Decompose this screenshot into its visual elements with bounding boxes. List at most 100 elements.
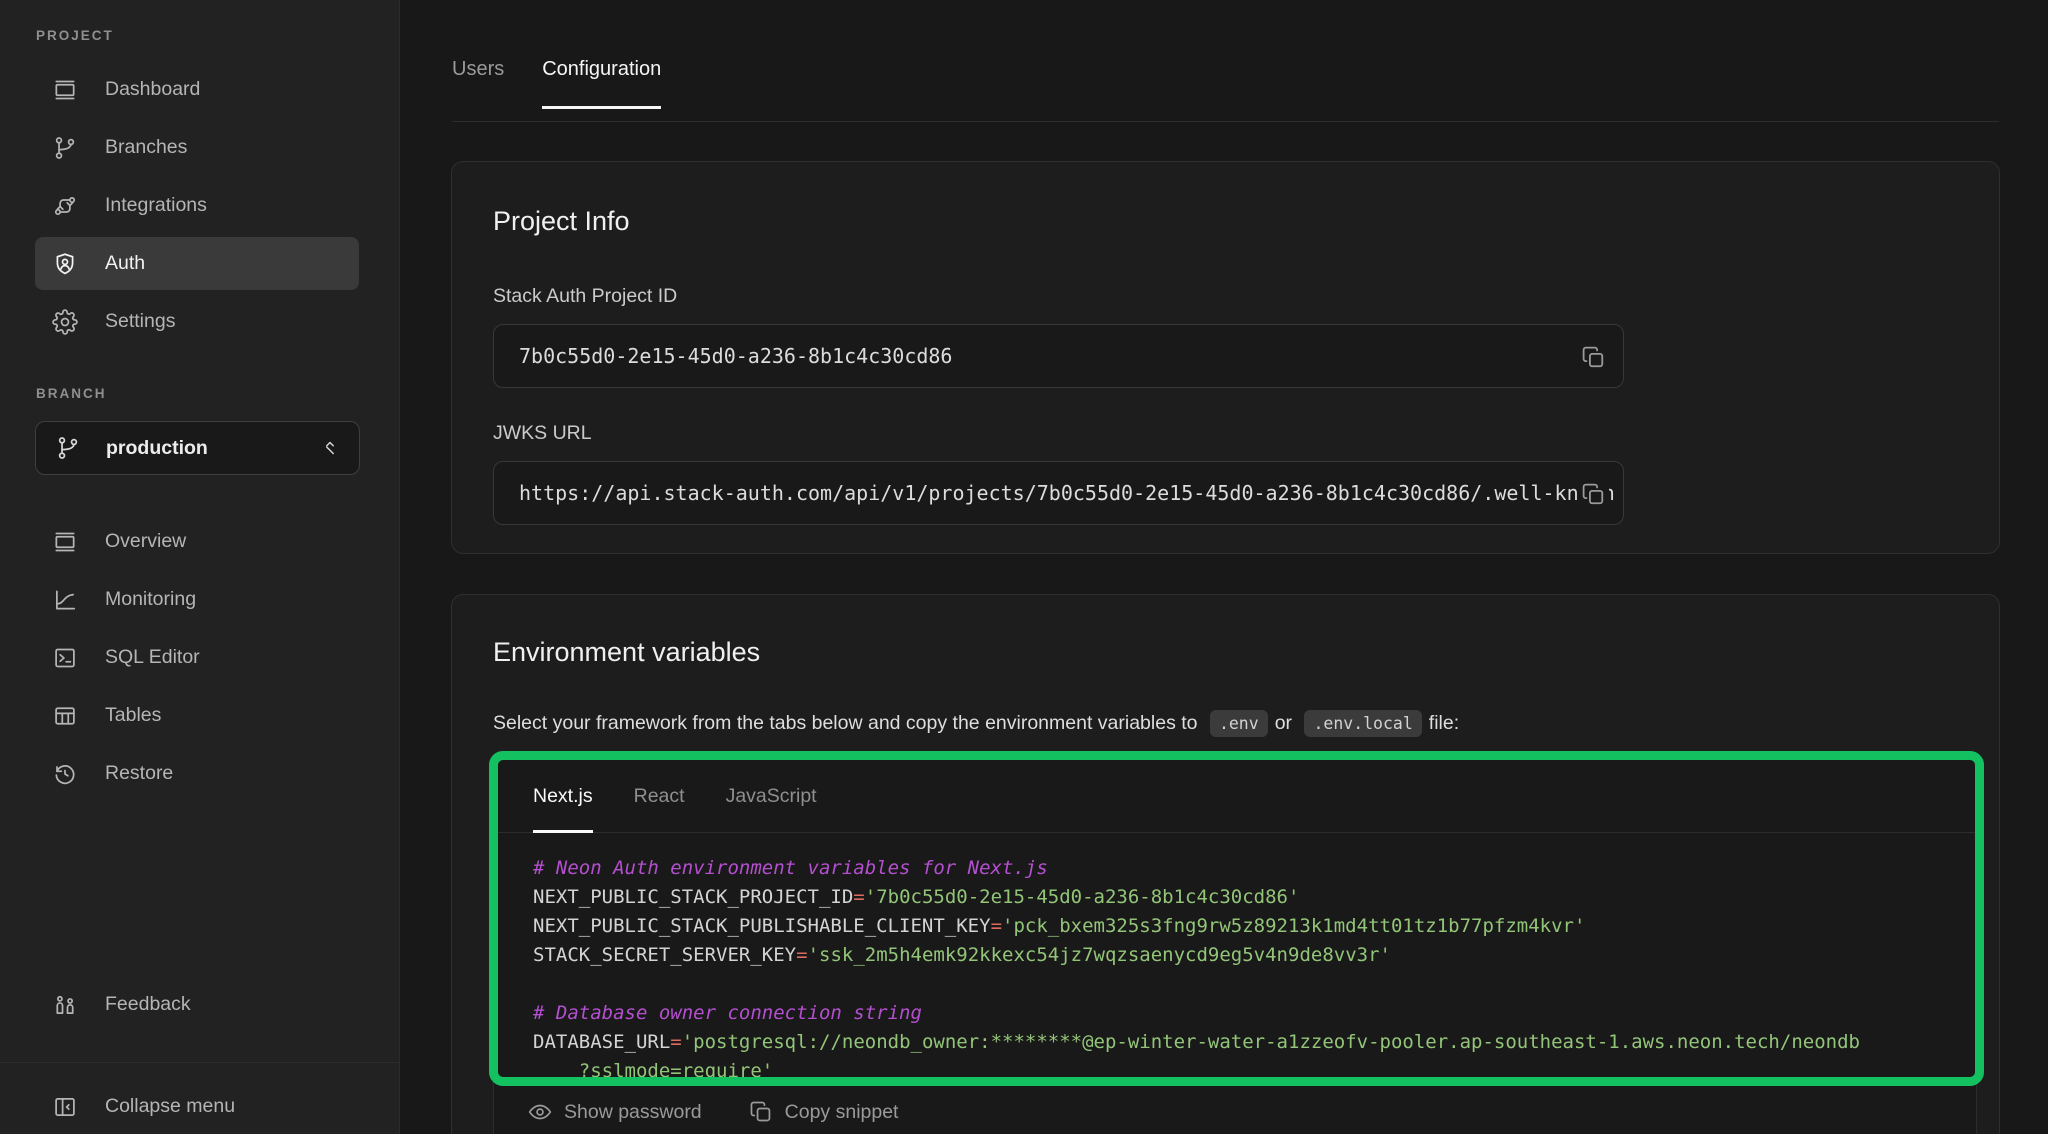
branch-section-label: BRANCH (36, 386, 399, 401)
code-line: # Database owner connection string (533, 999, 1976, 1028)
code-token-str: '7b0c55d0-2e15-45d0-a236-8b1c4c30cd86' (865, 886, 1300, 908)
env-vars-card: Environment variables Select your framew… (451, 594, 2000, 1134)
code-line: NEXT_PUBLIC_STACK_PROJECT_ID='7b0c55d0-2… (533, 883, 1976, 912)
settings-icon (52, 309, 78, 335)
sidebar: PROJECT Dashboard Branches Integrations Aut… (0, 0, 400, 1134)
code-line: # Neon Auth environment variables for Ne… (533, 854, 1976, 883)
restore-icon (52, 761, 78, 787)
copy-icon (748, 1099, 774, 1125)
snippet-panel: Next.js React JavaScript # Neon Auth envir… (493, 758, 1977, 1134)
framework-tab-javascript[interactable]: JavaScript (726, 785, 817, 833)
framework-tab-react[interactable]: React (634, 785, 685, 833)
code-block: # Neon Auth environment variables for Ne… (494, 833, 1976, 1086)
branch-nav: Overview Monitoring SQL Editor Tables Restor… (0, 515, 399, 800)
project-section-label: PROJECT (36, 28, 399, 43)
tab-configuration[interactable]: Configuration (542, 58, 661, 109)
field-value: https://api.stack-auth.com/api/v1/projec… (494, 462, 1623, 524)
sidebar-item-feedback[interactable]: Feedback (35, 978, 360, 1031)
monitoring-icon (52, 587, 78, 613)
branches-icon (52, 135, 78, 161)
code-token-key: DATABASE_URL (533, 1031, 670, 1053)
sidebar-item-restore[interactable]: Restore (35, 747, 359, 800)
code-token-op: = (991, 915, 1002, 937)
field-input[interactable]: 7b0c55d0-2e15-45d0-a236-8b1c4c30cd86 (493, 324, 1624, 388)
tabs-underline (452, 121, 1999, 122)
sidebar-item-tables[interactable]: Tables (35, 689, 359, 742)
code-token-comment: # Neon Auth environment variables for Ne… (533, 857, 1048, 879)
code-token-op: = (796, 944, 807, 966)
code-token-op: = (670, 1031, 681, 1053)
chevron-up-down-icon (319, 437, 341, 459)
feedback-icon (52, 992, 78, 1018)
copy-button[interactable] (1577, 341, 1609, 373)
sidebar-item-settings[interactable]: Settings (35, 295, 359, 348)
collapse-icon (52, 1094, 78, 1120)
sidebar-item-monitoring[interactable]: Monitoring (35, 573, 359, 626)
code-token-comment: # Database owner connection string (533, 1002, 922, 1024)
app-screen: PROJECT Dashboard Branches Integrations Aut… (0, 0, 2048, 1134)
main-content: Users Configuration Project Info Stack Au… (401, 0, 2048, 1134)
sidebar-item-label: Branches (105, 136, 187, 159)
sidebar-item-branches[interactable]: Branches (35, 121, 359, 174)
field-value: 7b0c55d0-2e15-45d0-a236-8b1c4c30cd86 (494, 325, 1623, 387)
sidebar-item-label: Restore (105, 762, 173, 785)
env-vars-title: Environment variables (493, 637, 1958, 668)
code-token-str: 'ssk_2m5h4emk92kkexc54jz7wqzsaenycd9eg5v… (808, 944, 1391, 966)
sidebar-item-sql-editor[interactable]: SQL Editor (35, 631, 359, 684)
sidebar-divider (0, 1062, 400, 1063)
dashboard-icon (52, 77, 78, 103)
copy-button[interactable] (1577, 478, 1609, 510)
copy-icon (1580, 344, 1607, 371)
code-token-str: ?sslmode=require' (533, 1060, 773, 1082)
sidebar-item-label: Monitoring (105, 588, 196, 611)
eye-icon (527, 1099, 553, 1125)
code-line: STACK_SECRET_SERVER_KEY='ssk_2m5h4emk92k… (533, 941, 1976, 970)
env-vars-description: Select your framework from the tabs belo… (493, 710, 1958, 737)
sidebar-item-dashboard[interactable]: Dashboard (35, 63, 359, 116)
integrations-icon (52, 193, 78, 219)
framework-tabs: Next.js React JavaScript (494, 759, 1976, 833)
sidebar-item-collapse-menu[interactable]: Collapse menu (35, 1080, 360, 1133)
project-nav: Dashboard Branches Integrations Auth Setting… (0, 63, 399, 348)
tab-users[interactable]: Users (452, 58, 504, 109)
project-info-card: Project Info Stack Auth Project ID7b0c55… (451, 161, 2000, 554)
sidebar-item-overview[interactable]: Overview (35, 515, 359, 568)
copy-icon (1580, 481, 1607, 508)
tables-icon (52, 703, 78, 729)
sidebar-item-label: Settings (105, 310, 175, 333)
code-token-key: STACK_SECRET_SERVER_KEY (533, 944, 796, 966)
code-line (533, 970, 1976, 999)
code-token-key: NEXT_PUBLIC_STACK_PUBLISHABLE_CLIENT_KEY (533, 915, 991, 937)
sidebar-item-label: Overview (105, 530, 186, 553)
sql-editor-icon (52, 645, 78, 671)
sidebar-item-integrations[interactable]: Integrations (35, 179, 359, 232)
project-info-title: Project Info (493, 206, 1958, 237)
sidebar-item-label: SQL Editor (105, 646, 200, 669)
description-text: file: (1429, 712, 1459, 735)
page-tabs: Users Configuration (452, 58, 661, 109)
code-token-str: 'postgresql://neondb_owner:********@ep-w… (682, 1031, 1860, 1053)
overview-icon (52, 529, 78, 555)
sidebar-item-auth[interactable]: Auth (35, 237, 359, 290)
sidebar-item-label: Integrations (105, 194, 207, 217)
code-line: DATABASE_URL='postgresql://neondb_owner:… (533, 1028, 1976, 1057)
sidebar-item-label: Feedback (105, 993, 191, 1016)
sidebar-item-label: Tables (105, 704, 161, 727)
sidebar-item-label: Collapse menu (105, 1095, 235, 1118)
field-input[interactable]: https://api.stack-auth.com/api/v1/projec… (493, 461, 1624, 525)
code-line: NEXT_PUBLIC_STACK_PUBLISHABLE_CLIENT_KEY… (533, 912, 1976, 941)
sidebar-item-label: Auth (105, 252, 145, 275)
framework-tab-nextjs[interactable]: Next.js (533, 785, 593, 833)
auth-icon (52, 251, 78, 277)
code-token-key: NEXT_PUBLIC_STACK_PROJECT_ID (533, 886, 853, 908)
branch-selector[interactable]: production (35, 421, 360, 475)
code-token-str: 'pck_bxem325s3fng9rw5z89213k1md4tt01tz1b… (1002, 915, 1585, 937)
branch-icon (55, 435, 81, 461)
action-label: Copy snippet (785, 1101, 899, 1124)
field-label: JWKS URL (493, 422, 1958, 445)
show-password-button[interactable]: Show password (527, 1099, 702, 1125)
code-line: ?sslmode=require' (533, 1057, 1976, 1086)
copy-snippet-button[interactable]: Copy snippet (748, 1099, 899, 1125)
sidebar-item-label: Dashboard (105, 78, 200, 101)
branch-selector-value: production (106, 437, 294, 460)
